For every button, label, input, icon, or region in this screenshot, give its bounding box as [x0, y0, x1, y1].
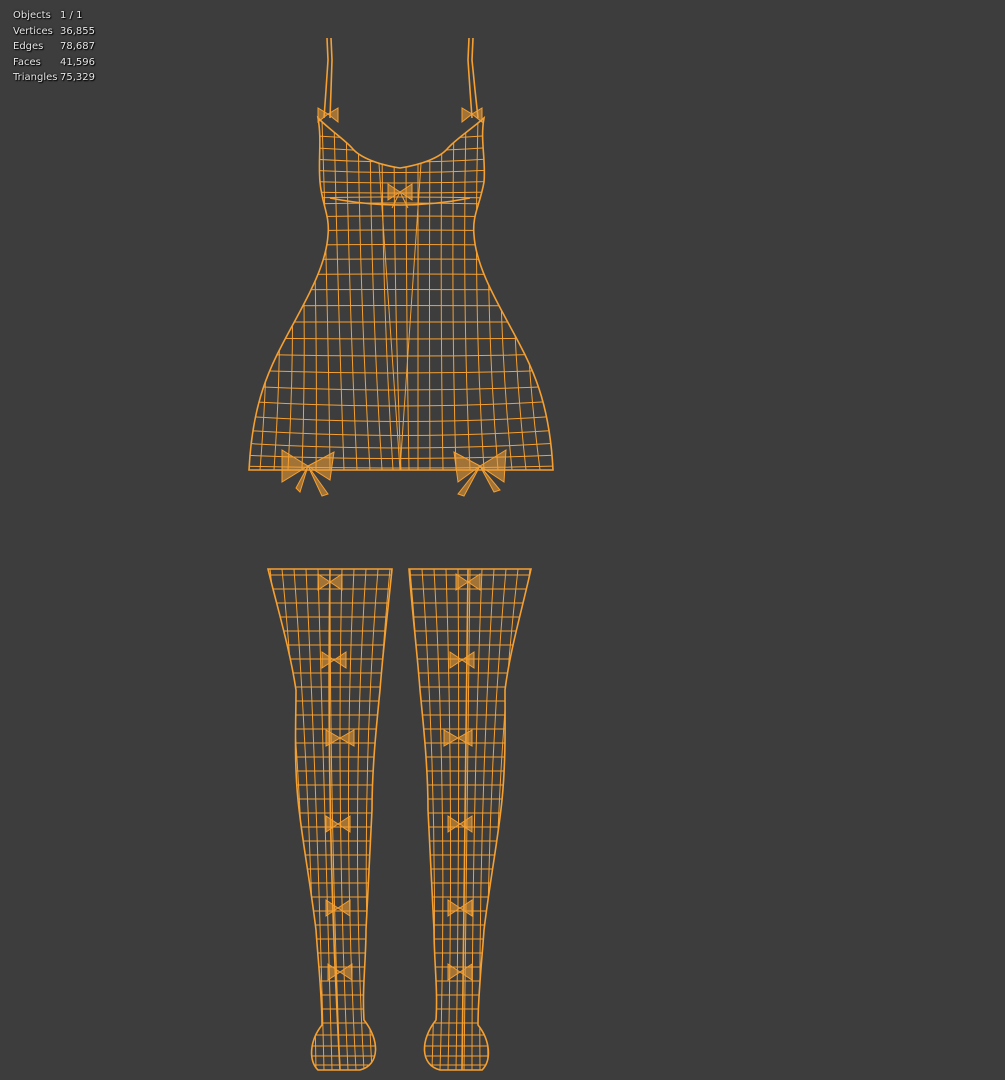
- stat-value: 36,855: [60, 25, 95, 37]
- dress-bow-hem-right: [453, 449, 507, 497]
- stat-row-objects: Objects 1 / 1: [13, 8, 95, 24]
- stat-label: Objects: [13, 10, 51, 21]
- stat-label: Triangles: [13, 72, 58, 83]
- stat-label: Edges: [13, 41, 44, 52]
- stat-value: 75,329: [60, 72, 95, 83]
- underbust-seam: [329, 197, 471, 206]
- stat-row-faces: Faces 41,596: [13, 55, 95, 71]
- stat-label: Vertices: [13, 25, 53, 37]
- right-strap: [467, 37, 473, 119]
- stat-row-vertices: Vertices 36,855: [13, 24, 95, 40]
- stat-value: 41,596: [60, 56, 95, 68]
- 3d-viewport[interactable]: Objects 1 / 1 Vertices 36,855 Edges 78,6…: [0, 0, 1005, 1080]
- stat-value: 1 / 1: [60, 10, 83, 21]
- stat-value: 78,687: [60, 41, 95, 52]
- stat-row-edges: Edges 78,687: [13, 39, 95, 55]
- dress-bow-left-strap: [317, 107, 339, 124]
- dress-mesh[interactable]: [240, 37, 560, 497]
- wireframe-mesh[interactable]: [0, 0, 1005, 1080]
- scene-statistics-overlay: Objects 1 / 1 Vertices 36,855 Edges 78,6…: [13, 8, 95, 86]
- stockings-mesh[interactable]: [260, 568, 540, 1071]
- stat-label: Faces: [13, 56, 41, 68]
- left-strap: [323, 37, 329, 119]
- stat-row-triangles: Triangles 75,329: [13, 70, 95, 86]
